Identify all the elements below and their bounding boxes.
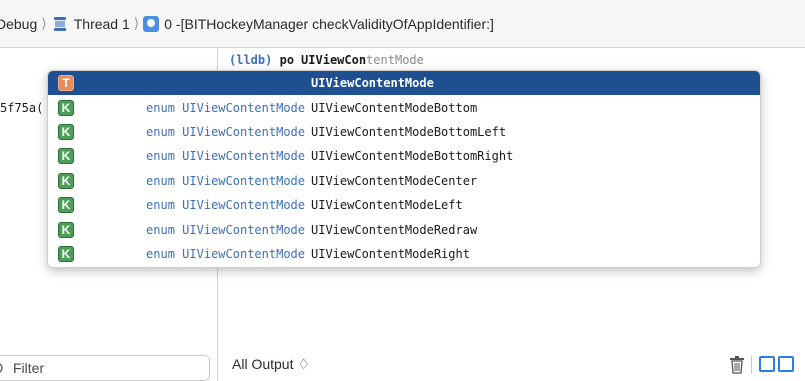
completion-name: UIViewContentModeLeft [311, 198, 463, 213]
completion-item[interactable]: K enum UIViewContentMode UIViewContentMo… [48, 169, 760, 193]
output-filter-select[interactable]: All Output ♢ [232, 356, 310, 373]
completion-type: enum UIViewContentMode [146, 173, 305, 188]
chevron-right-icon: ⟩ [133, 15, 140, 31]
completion-name: UIViewContentModeRedraw [311, 222, 478, 237]
completion-type: enum UIViewContentMode [146, 246, 305, 261]
keyword-badge-icon: K [58, 221, 74, 238]
completion-item[interactable]: K enum UIViewContentMode UIViewContentMo… [48, 217, 760, 241]
stack-frame-icon [143, 15, 160, 32]
completion-name: UIViewContentMode [311, 76, 434, 91]
completion-item[interactable]: T UIViewContentMode [48, 71, 760, 96]
breadcrumb-label: 0 -[BITHockeyManager checkValidityOfAppI… [164, 15, 494, 32]
keyword-badge-icon: K [58, 148, 74, 165]
filter-field[interactable]: Filter [0, 355, 210, 381]
completion-type: enum UIViewContentMode [146, 149, 305, 164]
console-footer: All Output ♢ [219, 348, 805, 381]
completion-name: UIViewContentModeCenter [311, 173, 478, 188]
keyword-badge-icon: K [58, 123, 74, 140]
autocomplete-popup: T UIViewContentMode K enum UIViewContent… [47, 70, 761, 268]
completion-type: enum UIViewContentMode [146, 222, 305, 237]
right-panel-toggle-icon[interactable] [778, 356, 794, 372]
filter-placeholder: Filter [13, 360, 45, 376]
completion-name: UIViewContentModeBottomRight [311, 149, 514, 164]
completion-name: UIViewContentModeRight [311, 246, 470, 261]
breadcrumb-label: Thread 1 [73, 15, 130, 32]
completion-item[interactable]: K enum UIViewContentMode UIViewContentMo… [48, 120, 760, 144]
breadcrumb-frame[interactable]: 0 -[BITHockeyManager checkValidityOfAppI… [143, 15, 494, 32]
breadcrumb-label: Debug [0, 15, 38, 32]
thread-spool-icon [53, 16, 66, 31]
console-command: po [279, 53, 295, 67]
keyword-badge-icon: K [58, 197, 74, 214]
completion-item[interactable]: K enum UIViewContentMode UIViewContentMo… [48, 95, 760, 119]
filter-icon [0, 363, 3, 373]
lldb-prompt: (lldb) [229, 53, 273, 67]
completion-type: enum UIViewContentMode [146, 198, 305, 213]
chevron-right-icon: ⟩ [41, 15, 47, 31]
keyword-badge-icon: K [58, 99, 74, 116]
completion-item[interactable]: K enum UIViewContentMode UIViewContentMo… [48, 193, 760, 217]
completion-name: UIViewContentModeBottomLeft [311, 124, 507, 139]
console-input-line[interactable]: (lldb) po UIViewContentMode [229, 53, 424, 67]
completion-name: UIViewContentModeBottom [311, 100, 478, 115]
completion-item[interactable]: K enum UIViewContentMode UIViewContentMo… [48, 242, 760, 266]
left-panel-toggle-icon[interactable] [759, 356, 775, 372]
breadcrumb-debug[interactable]: Debug [0, 16, 37, 32]
completion-item[interactable]: K enum UIViewContentMode UIViewContentMo… [48, 144, 760, 168]
console-typed-text: UIViewCon [301, 53, 367, 67]
keyword-badge-icon: K [58, 245, 74, 262]
type-badge-icon: T [58, 75, 74, 92]
trash-icon[interactable] [729, 356, 745, 374]
split-view-icon[interactable] [759, 356, 794, 372]
breadcrumb-thread[interactable]: Thread 1 [51, 15, 130, 33]
variable-value: 5f75a( [0, 101, 44, 115]
jump-bar: Debug ⟩ Thread 1 ⟩ 0 -[BITHockeyManager … [0, 0, 805, 48]
toolbar-divider [751, 356, 752, 374]
keyword-badge-icon: K [58, 172, 74, 189]
console-ghost-completion: tentMode [366, 53, 424, 67]
completion-type: enum UIViewContentMode [146, 100, 305, 115]
completion-type: enum UIViewContentMode [146, 124, 305, 139]
